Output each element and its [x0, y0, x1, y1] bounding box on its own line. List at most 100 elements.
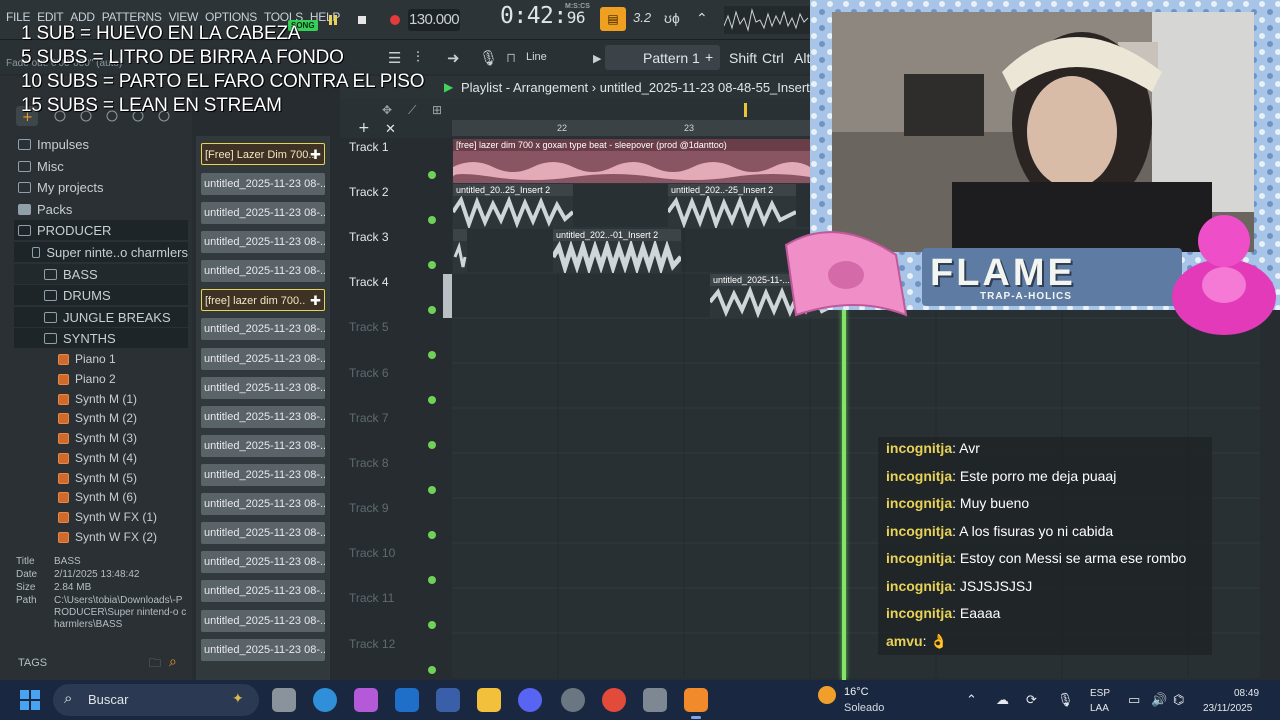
file-explorer-icon[interactable] [477, 688, 501, 712]
chevron-right-icon[interactable]: ▶ [593, 52, 601, 65]
pause-button[interactable] [322, 10, 344, 30]
magnet-icon[interactable]: ⊓ [506, 50, 516, 66]
fl-studio-icon[interactable] [684, 688, 708, 712]
track-label[interactable]: Track 1 [349, 140, 389, 154]
picker-item[interactable]: untitled_2025-11-23 08-.. [201, 260, 325, 282]
play-icon[interactable]: ▶ [444, 80, 453, 94]
taskbar-search-placeholder[interactable]: Buscar [88, 692, 128, 707]
picker-item[interactable]: untitled_2025-11-23 08-.. [201, 522, 325, 544]
track-mute-led[interactable] [428, 306, 436, 314]
menu-options[interactable]: OPTIONS [205, 10, 257, 24]
track-mute-led[interactable] [428, 576, 436, 584]
browser-item-synth-m-4[interactable]: Synth M (4) [58, 448, 137, 468]
picker-item[interactable]: untitled_2025-11-23 08-.. [201, 610, 325, 632]
microphone-icon[interactable]: 🎙 [1057, 692, 1074, 708]
picker-item[interactable]: untitled_2025-11-23 08-.. [201, 406, 325, 428]
track-mute-led[interactable] [428, 396, 436, 404]
audio-clip[interactable] [453, 229, 467, 273]
picker-item[interactable]: untitled_2025-11-23 08-.. [201, 348, 325, 370]
browser-item-my-projects[interactable]: My projects [18, 177, 103, 197]
picker-item[interactable]: [free] lazer dim 700.. ✚ [201, 289, 325, 311]
track-label[interactable]: Track 7 [349, 411, 389, 425]
track-mute-led[interactable] [428, 261, 436, 269]
track-label[interactable]: Track 9 [349, 501, 389, 515]
track-mute-led[interactable] [428, 621, 436, 629]
browser-item-drums[interactable]: DRUMS [14, 285, 188, 305]
track-mute-led[interactable] [428, 441, 436, 449]
chevron-up-icon[interactable]: ⌃ [966, 692, 977, 708]
track-label[interactable]: Track 10 [349, 546, 395, 560]
audio-clip[interactable]: [free] lazer dim 700 x goxan type beat -… [453, 139, 810, 183]
browser-item-super-nintendo-charmlers[interactable]: Super ninte..o charmlers [14, 242, 188, 262]
add-pattern-button[interactable]: + [705, 49, 713, 65]
track-mute-led[interactable] [428, 351, 436, 359]
copilot-sparkle-icon[interactable]: ✦ [232, 690, 244, 707]
track-label[interactable]: Track 4 [349, 275, 389, 289]
track-label[interactable]: Track 8 [349, 456, 389, 470]
outlook-icon[interactable] [395, 688, 419, 712]
menu-file[interactable]: FILE [6, 10, 30, 24]
picker-item[interactable]: untitled_2025-11-23 08-.. [201, 639, 325, 661]
picker-item[interactable]: untitled_2025-11-23 08-.. [201, 580, 325, 602]
menu-view[interactable]: VIEW [169, 10, 199, 24]
browser-item-synths[interactable]: SYNTHS [14, 328, 188, 348]
cloud-sync-icon[interactable]: ☁ [996, 692, 1009, 708]
browser-item-synth-m-5[interactable]: Synth M (5) [58, 468, 137, 488]
browser-item-bass[interactable]: BASS [14, 264, 188, 284]
picker-item[interactable]: untitled_2025-11-23 08-.. [201, 551, 325, 573]
weather-description[interactable]: Soleado [844, 702, 884, 714]
picker-item[interactable]: untitled_2025-11-23 08-.. [201, 173, 325, 195]
browser-item-producer[interactable]: PRODUCER [14, 220, 188, 240]
volume-icon[interactable]: 🔊 [1151, 692, 1167, 708]
track-label[interactable]: Track 11 [349, 591, 394, 605]
playlist-window-icon[interactable]: ☰ [388, 49, 401, 67]
track-mute-led[interactable] [428, 666, 436, 674]
menu-edit[interactable]: EDIT [37, 10, 63, 24]
picker-item[interactable]: untitled_2025-11-23 08-.. [201, 435, 325, 457]
tempo-display[interactable]: 130.000 [408, 9, 460, 31]
battery-icon[interactable]: ⌬ [1173, 692, 1184, 708]
taskbar-search[interactable] [53, 684, 259, 716]
browser-item-synth-w-fx-2[interactable]: Synth W FX (2) [58, 527, 157, 547]
browser-item-synth-m-2[interactable]: Synth M (2) [58, 408, 137, 428]
track-mute-led[interactable] [428, 216, 436, 224]
windows-start-icon[interactable] [20, 690, 40, 710]
track-label[interactable]: Track 3 [349, 230, 389, 244]
picker-item[interactable]: untitled_2025-11-23 08-.. [201, 464, 325, 486]
snap-select[interactable]: Line [526, 51, 547, 63]
picker-item[interactable]: untitled_2025-11-23 08-.. [201, 202, 325, 224]
track-mute-led[interactable] [428, 531, 436, 539]
mixer-window-icon[interactable]: ⫶ [416, 49, 420, 66]
microphone-icon[interactable]: 🎙 [479, 49, 498, 67]
weather-sun-icon[interactable] [818, 686, 836, 704]
audio-clip[interactable]: untitled_20..25_Insert 2 [453, 184, 573, 228]
track-mute-led[interactable] [428, 171, 436, 179]
track-label[interactable]: Track 2 [349, 185, 389, 199]
folder-icon[interactable]: 🗀 [149, 654, 161, 675]
discord-icon[interactable] [518, 688, 542, 712]
microsoft-store-icon[interactable] [436, 688, 460, 712]
browser-item-synth-m-6[interactable]: Synth M (6) [58, 487, 137, 507]
chrome-icon[interactable] [602, 688, 626, 712]
audio-clip[interactable]: untitled_202..-01_Insert 2 [553, 229, 681, 273]
taskbar-date[interactable]: 23/11/2025 [1203, 703, 1252, 714]
settings-gear-icon[interactable] [643, 688, 667, 712]
picker-item[interactable]: untitled_2025-11-23 08-.. [201, 318, 325, 340]
task-view-icon[interactable] [272, 688, 296, 712]
track-label[interactable]: Track 5 [349, 320, 389, 334]
language-indicator[interactable]: ESP [1090, 688, 1110, 699]
browser-item-synth-w-fx-1[interactable]: Synth W FX (1) [58, 507, 157, 527]
browser-item-piano-1[interactable]: Piano 1 [58, 349, 116, 369]
picker-item[interactable]: [Free] Lazer Dim 700.. ✚ [201, 143, 325, 165]
keyboard-layout-indicator[interactable]: LAA [1090, 703, 1109, 714]
browser-item-packs[interactable]: Packs [18, 199, 72, 219]
menu-add[interactable]: ADD [70, 10, 95, 24]
picker-item[interactable]: untitled_2025-11-23 08-.. [201, 493, 325, 515]
picker-item[interactable]: untitled_2025-11-23 08-.. [201, 231, 325, 253]
track-label[interactable]: Track 12 [349, 637, 395, 651]
edge-browser-icon[interactable] [313, 688, 337, 712]
menu-patterns[interactable]: PATTERNS [102, 10, 162, 24]
pattern-song-icon[interactable]: ▤ [600, 7, 626, 31]
taskbar-time[interactable]: 08:49 [1234, 688, 1259, 699]
refresh-icon[interactable]: ⟳ [1026, 692, 1037, 708]
